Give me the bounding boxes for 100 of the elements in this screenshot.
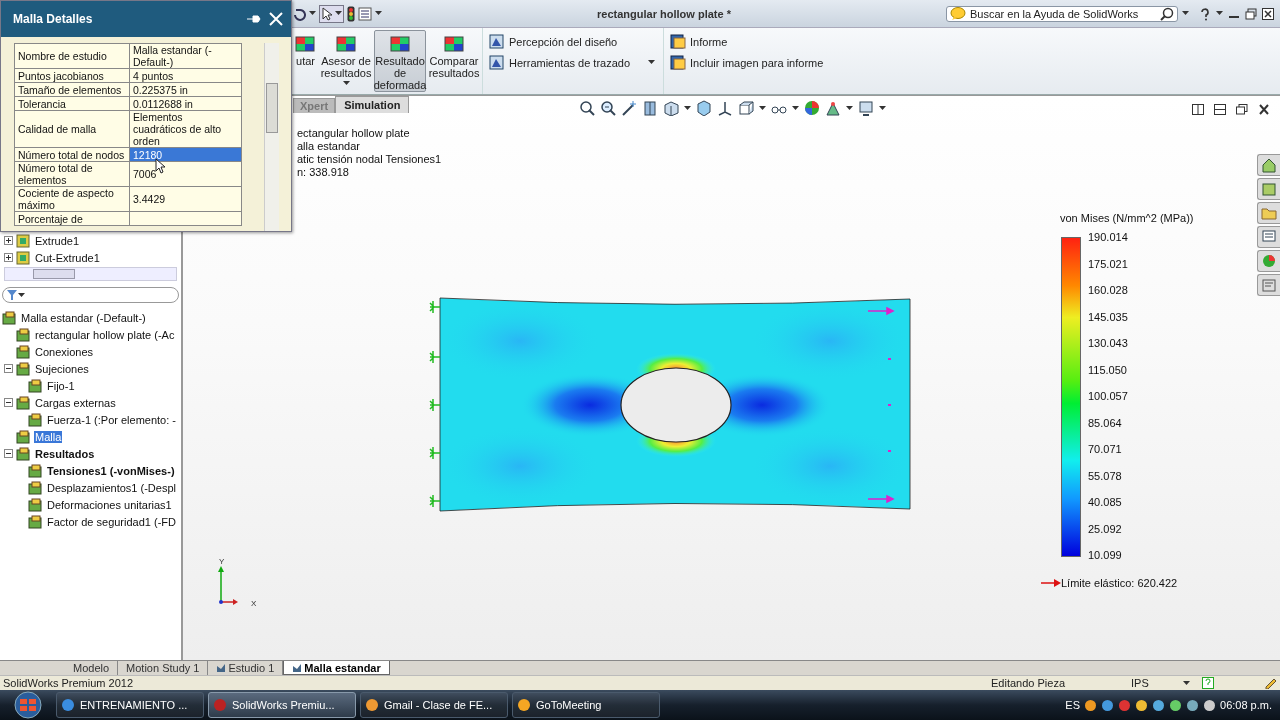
close-icon[interactable]: [1258, 104, 1270, 115]
caret-icon[interactable]: [18, 292, 25, 298]
tree-item[interactable]: rectangular hollow plate (-Ac: [34, 328, 176, 341]
property-value[interactable]: 0.225375 in: [129, 82, 242, 97]
tree-item[interactable]: Malla: [34, 430, 63, 443]
parts-icon[interactable]: [1261, 181, 1277, 197]
pin-icon[interactable]: [247, 14, 261, 24]
ribbon-button[interactable]: Informe: [670, 34, 824, 49]
wand-icon[interactable]: [621, 100, 637, 116]
display-style-icon[interactable]: [738, 100, 754, 116]
tree-item[interactable]: Fijo-1: [46, 379, 76, 392]
zoom-fit-icon[interactable]: [579, 100, 595, 116]
section-view-icon[interactable]: [642, 100, 658, 116]
search-icon[interactable]: [1160, 6, 1174, 21]
tree-item[interactable]: Extrude1: [34, 234, 81, 247]
taskbar-button[interactable]: Gmail - Clase de FE...: [360, 692, 508, 718]
home-icon[interactable]: [1261, 157, 1277, 173]
property-value[interactable]: 4 puntos: [129, 68, 242, 83]
scale-value: 25.092: [1088, 522, 1123, 535]
help-icon[interactable]: [1199, 6, 1211, 21]
close-icon[interactable]: [1262, 7, 1274, 20]
select-button[interactable]: [319, 4, 344, 23]
help-search-field[interactable]: Buscar en la Ayuda de SolidWorks: [946, 5, 1178, 22]
clock[interactable]: 06:08 p.m.: [1220, 699, 1272, 711]
appearance-icon[interactable]: [1261, 253, 1277, 269]
property-name: Número total de elementos: [14, 161, 130, 187]
expand-toggle[interactable]: [4, 236, 13, 245]
property-value[interactable]: Elementos cuadráticos de alto orden: [129, 110, 242, 148]
property-value[interactable]: [129, 211, 242, 226]
property-value[interactable]: 3.4429: [129, 186, 242, 212]
ribbon-button[interactable]: Resultado de deformada: [374, 30, 426, 92]
caret-icon[interactable]: [335, 11, 342, 16]
unit-system[interactable]: IPS: [1131, 677, 1183, 689]
caret-icon[interactable]: [1216, 11, 1223, 16]
caret-icon[interactable]: [1183, 680, 1190, 686]
ribbon-button[interactable]: utar: [290, 30, 318, 92]
collapse-toggle[interactable]: [4, 398, 13, 407]
tray-icon[interactable]: [1084, 698, 1097, 712]
scale-value: 130.043: [1088, 337, 1128, 349]
property-value[interactable]: Malla estandar (-Default-): [129, 43, 242, 69]
vertical-scrollbar[interactable]: [264, 43, 279, 231]
ribbon-button[interactable]: Comparar resultados: [428, 30, 480, 92]
tree-item[interactable]: Resultados: [34, 447, 96, 460]
caret-icon[interactable]: [342, 81, 350, 86]
command-tab[interactable]: Simulation: [335, 96, 410, 113]
monitor-icon[interactable]: [858, 100, 874, 116]
collapse-toggle[interactable]: [4, 364, 13, 373]
caret-icon[interactable]: [684, 105, 691, 111]
tree-item[interactable]: Deformaciones unitarias1: [46, 498, 173, 511]
caret-icon[interactable]: [648, 60, 656, 65]
property-value[interactable]: 0.0112688 in: [129, 96, 242, 111]
traffic-light-icon[interactable]: [347, 5, 355, 22]
collapse-toggle[interactable]: [4, 449, 13, 458]
tray-icon[interactable]: [1135, 698, 1148, 712]
tree-item[interactable]: Sujeciones: [34, 362, 90, 375]
ribbon-button[interactable]: Asesor de resultados: [320, 30, 372, 92]
scene-icon[interactable]: [825, 100, 841, 116]
taskbar-button[interactable]: GoToMeeting: [512, 692, 660, 718]
expand-toggle[interactable]: [4, 253, 13, 262]
zoom-area-icon[interactable]: [600, 100, 616, 116]
view-orientation-icon[interactable]: [663, 100, 679, 116]
caret-icon[interactable]: [375, 11, 382, 16]
taskbar-button[interactable]: SolidWorks Premiu...: [208, 692, 356, 718]
axis-icon[interactable]: [717, 100, 733, 116]
caret-icon[interactable]: [759, 105, 766, 111]
restore-icon[interactable]: [1236, 104, 1248, 115]
tree-item[interactable]: Cut-Extrude1: [34, 251, 101, 264]
tile-icon[interactable]: [1214, 104, 1226, 115]
ribbon-button[interactable]: Incluir imagen para informe: [670, 55, 824, 70]
color-ball-icon[interactable]: [804, 100, 820, 116]
taskbar-button[interactable]: ENTRENAMIENTO ...: [56, 692, 204, 718]
tree-item[interactable]: Tensiones1 (-vonMises-): [46, 464, 176, 477]
folder-icon[interactable]: [1261, 205, 1277, 221]
ribbon-button[interactable]: Percepción del diseño: [489, 34, 656, 49]
tray-icon[interactable]: [1203, 698, 1216, 712]
tile-icon[interactable]: [1192, 104, 1204, 115]
caret-icon[interactable]: [792, 105, 799, 111]
caret-icon[interactable]: [879, 105, 886, 111]
study-tab[interactable]: Malla estandar: [283, 661, 390, 675]
caret-icon[interactable]: [1182, 11, 1189, 16]
tree-item[interactable]: Malla estandar (-Default-): [20, 311, 147, 324]
view-palette-icon[interactable]: [1261, 229, 1277, 245]
horizontal-scrollbar[interactable]: [4, 267, 177, 281]
tray-icon[interactable]: [1186, 698, 1199, 712]
tree-item[interactable]: Conexiones: [34, 345, 95, 358]
tree-item[interactable]: Cargas externas: [34, 396, 117, 409]
ribbon-button[interactable]: Herramientas de trazado: [489, 55, 656, 70]
tree-item[interactable]: Desplazamientos1 (-Despl: [46, 481, 177, 494]
tree-item[interactable]: Fuerza-1 (:Por elemento: -: [46, 413, 177, 426]
cube-icon[interactable]: [696, 100, 712, 116]
tray-icon[interactable]: [1101, 698, 1114, 712]
caret-icon[interactable]: [309, 11, 316, 16]
tray-icon[interactable]: [1169, 698, 1182, 712]
undo-icon[interactable]: [292, 6, 306, 21]
language-indicator[interactable]: ES: [1065, 699, 1080, 711]
tree-item[interactable]: Factor de seguridad1 (-FD: [46, 515, 177, 528]
tray-icon[interactable]: [1152, 698, 1165, 712]
caret-icon[interactable]: [846, 105, 853, 111]
plot-info-text: ectangular hollow plate: [297, 127, 411, 140]
restore-icon[interactable]: [1245, 7, 1257, 20]
